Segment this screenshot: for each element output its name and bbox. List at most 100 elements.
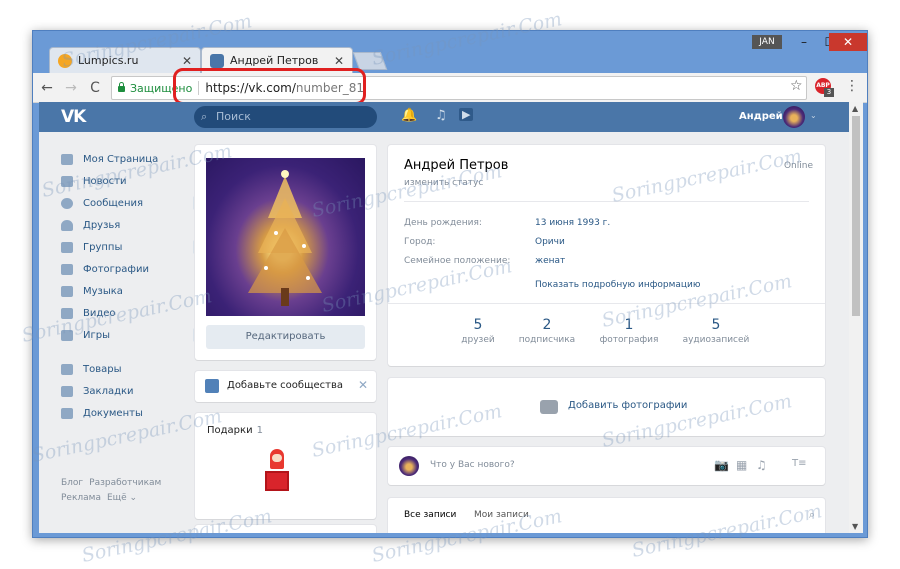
footer-more-link[interactable]: Ещё ⌄ — [107, 493, 137, 503]
sidebar-item-music[interactable]: Музыка — [61, 280, 207, 302]
vk-logo[interactable]: VK — [61, 107, 86, 127]
gift-box — [265, 471, 289, 491]
divider — [388, 303, 825, 304]
tab-label: Lumpics.ru — [78, 54, 139, 67]
adblock-count-badge: 3 — [824, 88, 834, 97]
sidebar-item-groups[interactable]: Группы1 — [61, 236, 207, 258]
add-communities-link[interactable]: Добавьте сообщества — [227, 380, 343, 391]
christmas-tree-icon — [248, 170, 322, 306]
play-icon[interactable]: ▶ — [459, 108, 474, 121]
attach-photo-icon[interactable]: 📷 — [714, 458, 729, 472]
sidebar-item-video[interactable]: Видео — [61, 302, 207, 324]
reload-button[interactable]: C — [85, 78, 105, 98]
counter-label: друзей — [461, 335, 495, 345]
close-tab-icon[interactable]: ✕ — [334, 54, 344, 68]
music-note-icon — [61, 285, 73, 297]
wall-search-icon[interactable]: ⌕ — [809, 508, 815, 522]
add-photos-link[interactable]: Добавить фотографии — [568, 400, 687, 411]
groups-icon — [61, 241, 73, 253]
browser-window: Lumpics.ru ✕ Андрей Петров ✕ JAN – ☐ ✕ ←… — [32, 30, 868, 538]
close-window-button[interactable]: ✕ — [829, 33, 867, 51]
chevron-down-icon[interactable]: ⌄ — [810, 111, 817, 120]
vk-sidebar: Моя Страница Новости Сообщения1 Друзья Г… — [61, 148, 207, 424]
counter-label: подписчика — [518, 335, 576, 345]
tab-all-posts[interactable]: Все записи — [404, 510, 456, 520]
profile-badge[interactable]: JAN — [752, 35, 782, 49]
new-post-input[interactable]: Что у Вас нового? — [430, 460, 515, 470]
city-value[interactable]: Оричи — [535, 237, 565, 247]
footer-blog-link[interactable]: Блог — [61, 478, 83, 488]
community-icon — [205, 379, 219, 393]
sidebar-item-label: Документы — [83, 407, 143, 419]
sidebar-item-documents[interactable]: Документы — [61, 402, 207, 424]
news-icon — [61, 175, 73, 187]
sidebar-item-messages[interactable]: Сообщения1 — [61, 192, 207, 214]
gifts-card: Подарки 1 — [195, 413, 376, 519]
home-icon — [61, 153, 73, 165]
attach-video-icon[interactable]: ▦ — [736, 458, 747, 472]
notifications-bell-icon[interactable]: 🔔 — [401, 108, 417, 123]
profile-info-card: Андрей Петров изменить статус Online Ден… — [388, 145, 825, 366]
vk-header: VK ⌕ Поиск 🔔 ♫ ▶ Андрей ⌄ — [39, 102, 849, 132]
sidebar-item-games[interactable]: Игры4 — [61, 324, 207, 346]
sidebar-item-photos[interactable]: Фотографии — [61, 258, 207, 280]
field-label: Семейное положение: — [404, 256, 511, 266]
sidebar-item-news[interactable]: Новости — [61, 170, 207, 192]
santa-gift-icon[interactable] — [261, 445, 293, 493]
forward-button[interactable]: → — [61, 78, 81, 98]
sidebar-item-label: Новости — [83, 175, 127, 187]
sidebar-item-label: Музыка — [83, 285, 123, 297]
profile-photo[interactable] — [206, 158, 365, 316]
sidebar-item-label: Группы — [83, 241, 123, 253]
tab-my-posts[interactable]: Мои записи — [474, 510, 529, 520]
field-label: День рождения: — [404, 218, 482, 228]
counter-followers[interactable]: 2 подписчика — [507, 317, 587, 345]
close-icon[interactable]: ✕ — [358, 378, 368, 392]
search-placeholder: Поиск — [216, 110, 251, 123]
post-avatar — [399, 456, 419, 476]
vk-search-input[interactable]: ⌕ Поиск — [194, 106, 377, 128]
scrollbar-thumb[interactable] — [852, 116, 860, 316]
counter-audio[interactable]: 5 аудиозаписей — [676, 317, 756, 345]
add-photos-card[interactable]: Добавить фотографии — [388, 378, 825, 436]
new-post-box[interactable]: Что у Вас нового? 📷 ▦ ♫ T≡ — [388, 447, 825, 485]
page-scrollbar[interactable]: ▲ ▼ — [849, 102, 863, 533]
sidebar-item-goods[interactable]: Товары — [61, 358, 207, 380]
footer-dev-link[interactable]: Разработчикам — [89, 478, 161, 488]
change-status-link[interactable]: изменить статус — [404, 178, 483, 188]
birthday-value[interactable]: 13 июня 1993 г. — [535, 218, 610, 228]
profile-photo-card: Редактировать — [195, 145, 376, 360]
close-tab-icon[interactable]: ✕ — [182, 54, 192, 68]
relationship-value[interactable]: женат — [535, 256, 565, 266]
counter-friends[interactable]: 5 друзей — [438, 317, 518, 345]
back-button[interactable]: ← — [37, 78, 57, 98]
camera-icon — [540, 400, 558, 414]
search-icon: ⌕ — [201, 110, 208, 123]
browser-menu-icon[interactable]: ⋮ — [845, 78, 859, 94]
bookmark-star-icon[interactable]: ☆ — [790, 78, 803, 94]
attach-music-icon[interactable]: ♫ — [756, 458, 767, 472]
minimize-button[interactable]: – — [791, 33, 817, 51]
messages-icon — [61, 197, 73, 209]
star-icon — [61, 385, 73, 397]
sidebar-item-bookmarks[interactable]: Закладки — [61, 380, 207, 402]
edit-profile-button[interactable]: Редактировать — [206, 325, 365, 349]
sidebar-item-friends[interactable]: Друзья — [61, 214, 207, 236]
scroll-down-icon[interactable]: ▼ — [852, 522, 858, 531]
url-highlight-annotation — [173, 68, 366, 105]
show-more-info-link[interactable]: Показать подробную информацию — [535, 280, 700, 290]
text-format-icon[interactable]: T≡ — [792, 458, 807, 469]
header-user-name[interactable]: Андрей — [739, 111, 783, 122]
page-content: VK ⌕ Поиск 🔔 ♫ ▶ Андрей ⌄ Моя Страница Н… — [39, 102, 849, 533]
sidebar-footer: Блог Разработчикам Реклама Ещё ⌄ — [61, 476, 191, 506]
header-avatar[interactable] — [783, 106, 805, 128]
sidebar-item-my-page[interactable]: Моя Страница — [61, 148, 207, 170]
gifts-title[interactable]: Подарки 1 — [207, 425, 263, 436]
counter-photos[interactable]: 1 фотография — [589, 317, 669, 345]
counter-label: фотография — [599, 335, 659, 345]
add-communities-card: Добавьте сообщества ✕ — [195, 371, 376, 402]
music-icon[interactable]: ♫ — [435, 108, 447, 123]
footer-ads-link[interactable]: Реклама — [61, 493, 101, 503]
scroll-up-icon[interactable]: ▲ — [852, 104, 858, 113]
camera-icon — [61, 263, 73, 275]
